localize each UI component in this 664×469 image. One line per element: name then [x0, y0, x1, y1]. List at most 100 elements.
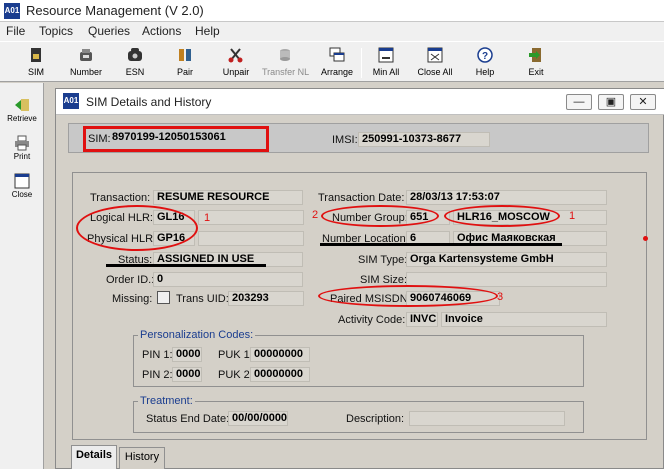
sim-value[interactable]: 8970199-12050153061: [109, 131, 259, 146]
transfer-nl-button[interactable]: Transfer NL: [262, 46, 310, 82]
status-end-date-value[interactable]: 00/00/0000: [228, 411, 288, 426]
unpair-button[interactable]: Unpair: [220, 46, 252, 82]
transaction-date-value[interactable]: 28/03/13 17:53:07: [406, 190, 607, 205]
logical-hlr-name[interactable]: [198, 210, 304, 225]
min-all-button-label: Min All: [372, 67, 400, 77]
arrange-button[interactable]: Arrange: [320, 46, 354, 82]
window-close-button[interactable]: ✕: [630, 94, 656, 110]
tab-details[interactable]: Details: [71, 445, 117, 469]
annotation-dot: [643, 236, 648, 241]
unpair-button-label: Unpair: [222, 67, 250, 77]
annotation-number-1b: 1: [569, 210, 576, 222]
minimize-icon: —: [573, 96, 585, 108]
exit-door-icon: [527, 46, 545, 64]
help-question-icon: ?: [476, 46, 494, 64]
personalization-codes-title: Personalization Codes:: [138, 329, 256, 341]
app-logo: A01: [4, 3, 20, 19]
imsi-value[interactable]: 250991-10373-8677: [358, 132, 490, 147]
maximize-icon: ▣: [605, 96, 617, 108]
telephone-icon: [126, 46, 144, 64]
min-all-button[interactable]: Min All: [370, 46, 402, 82]
esn-button-label: ESN: [125, 67, 145, 77]
puk2-label: PUK 2:: [218, 369, 253, 381]
trans-uid-label: Trans UID:: [176, 293, 229, 305]
order-id-label: Order ID.:: [106, 274, 155, 286]
number-button-label: Number: [69, 67, 102, 77]
missing-checkbox[interactable]: [157, 291, 170, 304]
exit-button[interactable]: Exit: [523, 46, 549, 82]
menu-bar: File Topics Queries Actions Help: [0, 22, 664, 41]
window-maximize-button[interactable]: ▣: [598, 94, 624, 110]
menu-queries[interactable]: Queries: [88, 24, 130, 38]
sim-card-icon: [27, 46, 45, 64]
number-group-annotation-oval: [321, 205, 439, 227]
sim-type-value[interactable]: Orga Kartensysteme GmbH: [406, 252, 607, 267]
retrieve-button-label: Retrieve: [7, 114, 37, 123]
close-all-icon: [426, 46, 444, 64]
hlr-moscow-annotation-oval: [444, 205, 560, 227]
toolbar-separator: [361, 48, 362, 78]
puk1-label: PUK 1:: [218, 349, 253, 361]
sim-button[interactable]: SIM: [22, 46, 50, 82]
menu-file[interactable]: File: [6, 24, 25, 38]
pin1-value[interactable]: 0000: [172, 347, 202, 362]
close-all-button[interactable]: Close All: [416, 46, 454, 82]
retrieve-arrow-icon: [13, 97, 31, 113]
app-title-bar: A01 Resource Management (V 2.0): [0, 0, 664, 22]
tab-history-label: History: [124, 451, 160, 463]
physical-hlr-name[interactable]: [198, 231, 304, 246]
pin2-label: PIN 2:: [142, 369, 173, 381]
exit-button-label: Exit: [528, 67, 544, 77]
transaction-value[interactable]: RESUME RESOURCE: [153, 190, 303, 205]
status-end-date-label: Status End Date:: [146, 413, 230, 425]
close-button[interactable]: Close: [0, 173, 44, 199]
tab-history[interactable]: History: [119, 447, 165, 469]
close-button-label: Close: [11, 190, 33, 199]
arrange-button-label: Arrange: [320, 67, 354, 77]
menu-help[interactable]: Help: [195, 24, 220, 38]
menu-actions[interactable]: Actions: [142, 24, 181, 38]
retrieve-button[interactable]: Retrieve: [0, 97, 44, 123]
activity-code-label: Activity Code:: [338, 314, 406, 326]
pair-button[interactable]: Pair: [170, 46, 200, 82]
arrange-windows-icon: [328, 46, 346, 64]
left-toolbar: Retrieve Print Close: [0, 83, 44, 469]
puk1-value[interactable]: 00000000: [250, 347, 310, 362]
esn-button[interactable]: ESN: [121, 46, 149, 82]
scissors-icon: [227, 46, 245, 64]
transaction-date-label: Transaction Date:: [318, 192, 405, 204]
phone-number-icon: [77, 46, 95, 64]
transfer-nl-button-label: Transfer NL: [262, 67, 310, 77]
pin2-value[interactable]: 0000: [172, 367, 202, 382]
window-logo: A01: [63, 93, 79, 109]
imsi-label: IMSI:: [332, 134, 358, 146]
puk2-value[interactable]: 00000000: [250, 367, 310, 382]
description-label: Description:: [346, 413, 405, 425]
sim-details-window: A01 SIM Details and History — ▣ ✕ SIM: 8…: [55, 88, 664, 469]
window-title: SIM Details and History: [86, 95, 212, 109]
menu-topics[interactable]: Topics: [39, 24, 73, 38]
treatment-title: Treatment:: [138, 395, 195, 407]
annotation-number-1a: 1: [204, 212, 211, 224]
svg-text:?: ?: [482, 51, 488, 62]
trans-uid-value[interactable]: 203293: [228, 291, 304, 306]
help-button[interactable]: ? Help: [472, 46, 498, 82]
sim-type-label: SIM Type:: [358, 254, 408, 266]
number-button[interactable]: Number: [68, 46, 104, 82]
close-all-button-label: Close All: [417, 67, 453, 77]
tab-details-label: Details: [75, 449, 113, 461]
activity-code-value[interactable]: INVC: [406, 312, 438, 327]
annotation-number-2: 2: [312, 209, 319, 221]
description-value[interactable]: [409, 411, 565, 426]
pin1-label: PIN 1:: [142, 349, 173, 361]
paired-msisdn-annotation-oval: [318, 285, 498, 307]
window-minimize-button[interactable]: —: [566, 94, 592, 110]
print-button[interactable]: Print: [0, 135, 44, 161]
minimize-all-icon: [377, 46, 395, 64]
printer-icon: [13, 135, 31, 151]
hlr-annotation-oval: [76, 205, 198, 251]
sim-label: SIM:: [88, 133, 111, 145]
close-x-icon: ✕: [638, 96, 648, 108]
activity-code-name[interactable]: Invoice: [441, 312, 607, 327]
order-id-value[interactable]: 0: [153, 272, 303, 287]
